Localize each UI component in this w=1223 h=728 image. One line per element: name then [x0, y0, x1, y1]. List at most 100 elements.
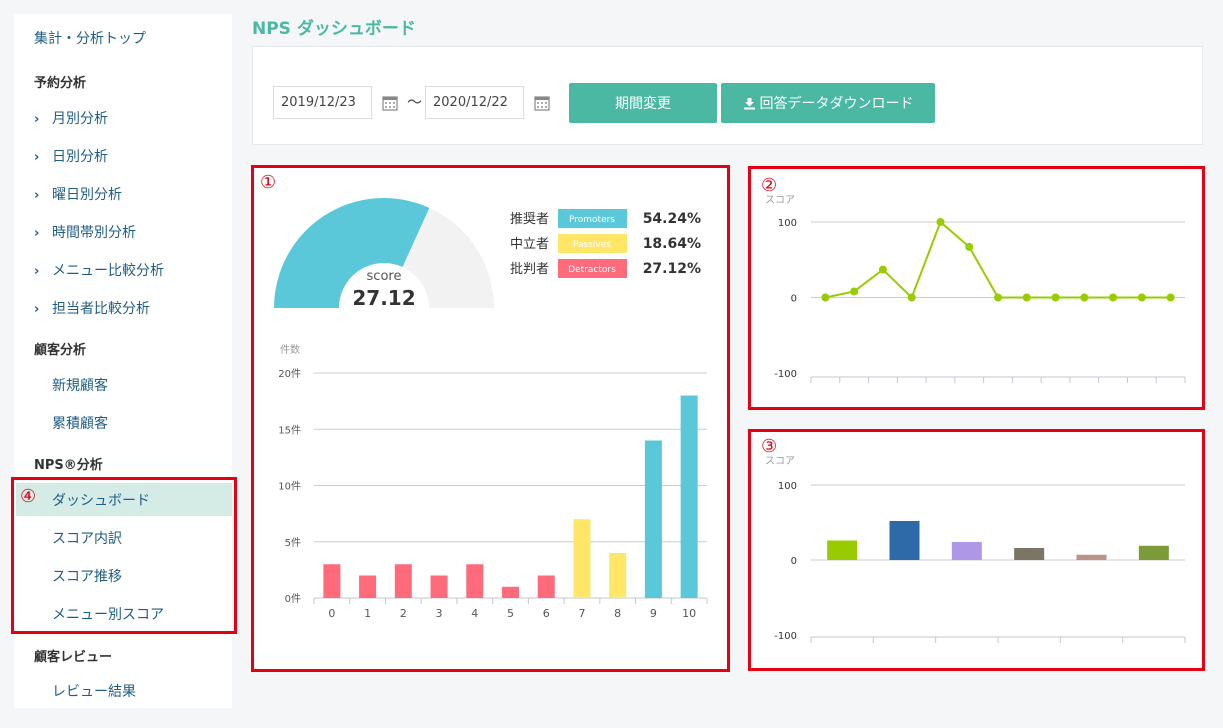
menu-score-bar [889, 521, 920, 560]
legend-badge-text: Promoters [569, 215, 615, 225]
sidebar-item-analysis-top[interactable]: 集計・分析トップ [34, 28, 252, 48]
y-tick-label: 10件 [278, 481, 301, 493]
bar-3 [430, 575, 448, 598]
x-tick-label: 2 [400, 607, 407, 620]
sidebar-section-review: 顧客レビュー [34, 650, 113, 665]
y-tick-label: 100 [778, 481, 797, 492]
sidebar-item-staff-compare[interactable]: › 担当者比較分析 [34, 298, 252, 318]
trend-point [1022, 293, 1031, 302]
sidebar-item-weekday[interactable]: › 曜日別分析 [34, 184, 252, 204]
y-tick-label: 0 [791, 556, 797, 567]
download-icon [743, 97, 755, 109]
sidebar-item-daily[interactable]: › 日別分析 [34, 146, 252, 166]
sidebar-section-customer: 顧客分析 [34, 343, 87, 358]
chevron-right-icon: › [34, 302, 40, 317]
sidebar-item-menu-compare[interactable]: › メニュー比較分析 [34, 260, 252, 280]
chevron-right-icon: › [34, 150, 40, 165]
bar-6 [537, 575, 555, 598]
trend-point [878, 265, 887, 274]
sidebar-item-review-results[interactable]: レビュー結果 [52, 681, 270, 701]
bar-8 [609, 553, 627, 598]
change-period-button[interactable]: 期間変更 [569, 83, 717, 123]
end-date-input[interactable] [425, 86, 524, 119]
trend-line [825, 220, 1171, 300]
score-label: score [367, 269, 402, 284]
legend-value: 27.12% [643, 261, 701, 277]
legend-value: 18.64% [643, 236, 701, 252]
trend-point [821, 293, 830, 302]
y-tick-label: 0 [791, 294, 797, 305]
menu-score-bar [1076, 554, 1107, 560]
date-filter-panel: 〜 期間変更 回答データダウンロード [252, 46, 1203, 145]
sidebar-section-reservation: 予約分析 [34, 76, 87, 91]
bar-0 [323, 564, 341, 598]
x-tick-label: 3 [436, 607, 443, 620]
y-tick-label: 20件 [278, 368, 301, 380]
sidebar-item-timeslot[interactable]: › 時間帯別分析 [34, 222, 252, 242]
chevron-right-icon: › [34, 264, 40, 279]
score-trend-panel: ② スコア 100 0 -100 [748, 166, 1205, 410]
bar-4 [466, 564, 484, 598]
menu-score-bar [1138, 545, 1169, 560]
start-date-input[interactable] [273, 86, 372, 119]
calendar-icon[interactable] [382, 95, 398, 111]
y-tick-label: 0件 [285, 593, 301, 605]
trend-point [1137, 293, 1146, 302]
menu-score-bar [1014, 548, 1045, 560]
download-responses-button[interactable]: 回答データダウンロード [721, 83, 935, 123]
sidebar-section-nps: NPS®分析 [34, 458, 103, 473]
trend-point [994, 293, 1002, 302]
annotation-four: ④ [20, 486, 37, 507]
menu-score-svg: スコア 100 0 -100 [765, 456, 1186, 643]
sidebar-item-monthly[interactable]: › 月別分析 [34, 108, 252, 128]
x-tick-label: 8 [614, 607, 621, 620]
sidebar-item-label: 曜日別分析 [52, 187, 122, 203]
chevron-right-icon: › [34, 188, 40, 203]
bar-1 [359, 575, 377, 598]
sidebar-item-label: 日別分析 [52, 149, 108, 165]
x-tick-label: 6 [543, 607, 550, 620]
sidebar-item-label: 担当者比較分析 [52, 301, 150, 317]
nps-summary-svg: score 27.12 推奨者 Promoters 54.24% 中立者 Passive… [274, 198, 708, 620]
sidebar-item-label: メニュー比較分析 [52, 263, 164, 279]
date-separator: 〜 [407, 93, 423, 111]
legend-value: 54.24% [643, 211, 701, 227]
x-tick-label: 0 [328, 607, 335, 620]
bar-9 [644, 440, 662, 598]
x-tick-label: 1 [364, 607, 371, 620]
y-axis-label: スコア [765, 195, 795, 206]
bar-2 [394, 564, 412, 598]
highlight-box-nps-menu [11, 477, 237, 634]
y-tick-label: 15件 [278, 424, 301, 436]
trend-point [850, 287, 859, 296]
sidebar-item-cumulative-customers[interactable]: 累積顧客 [52, 413, 270, 433]
x-tick-label: 10 [682, 607, 696, 620]
menu-score-bar [951, 542, 982, 560]
chevron-right-icon: › [34, 226, 40, 241]
legend-badge-text: Detractors [568, 265, 616, 275]
nps-summary-panel: ① score 27.12 推奨者 Promoters 54.24% 中立者 Passi… [251, 165, 730, 672]
menu-score-panel: ③ スコア 100 0 -100 [748, 429, 1205, 671]
y-tick-label: 100 [778, 218, 797, 229]
y-axis-label: 件数 [280, 343, 300, 356]
x-tick-label: 5 [507, 607, 514, 620]
trend-point [1051, 293, 1060, 302]
y-axis-label: スコア [765, 456, 795, 467]
chevron-right-icon: › [34, 112, 40, 127]
bar-10 [680, 395, 698, 598]
legend-label: 中立者 [510, 237, 549, 252]
legend-badge-text: Passives [573, 240, 611, 250]
trend-point [965, 242, 974, 251]
y-tick-label: 5件 [285, 537, 301, 549]
trend-point [907, 293, 916, 302]
trend-point [1109, 293, 1118, 302]
calendar-icon[interactable] [534, 95, 550, 111]
trend-point [1166, 293, 1175, 302]
menu-score-bar [827, 540, 858, 560]
page-title: NPS ダッシュボード [252, 19, 416, 39]
y-tick-label: -100 [774, 369, 797, 380]
sidebar-item-new-customers[interactable]: 新規顧客 [52, 375, 270, 395]
legend-label: 批判者 [510, 262, 549, 277]
bar-7 [573, 519, 591, 598]
x-tick-label: 7 [578, 607, 585, 620]
